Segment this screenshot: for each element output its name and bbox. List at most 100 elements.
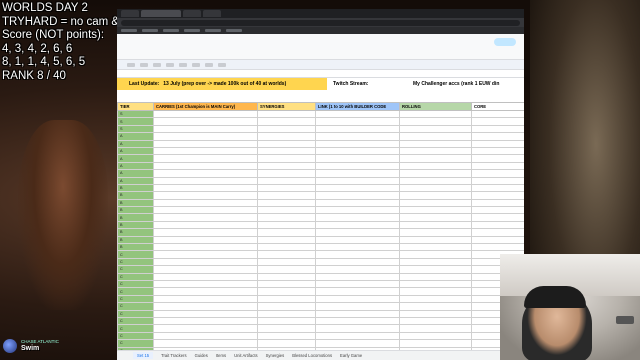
cell-synergies[interactable]: [257, 243, 316, 252]
cell-carries[interactable]: [153, 257, 258, 267]
cell-synergies[interactable]: [257, 309, 316, 318]
cell-rolling[interactable]: [399, 294, 472, 304]
cell-synergies[interactable]: [257, 161, 316, 171]
cell-rolling[interactable]: [399, 213, 472, 222]
cell-rolling[interactable]: [399, 109, 472, 119]
cell-link[interactable]: [315, 220, 400, 230]
url-input[interactable]: [121, 19, 520, 26]
cell-link[interactable]: [315, 146, 400, 156]
cell-core[interactable]: [471, 206, 524, 215]
cell-synergies[interactable]: [257, 206, 316, 215]
cell-carries[interactable]: [153, 117, 258, 126]
cell-core[interactable]: [471, 161, 524, 171]
twitch-stream-cell[interactable]: Twitch Stream:: [327, 81, 407, 87]
cell-carries[interactable]: [153, 287, 258, 296]
cell-tier[interactable]: B: [117, 243, 154, 252]
cell-rolling[interactable]: [399, 139, 472, 148]
sheet-tab[interactable]: Set 15: [133, 352, 154, 359]
toolbar-button[interactable]: [218, 62, 226, 67]
cell-link[interactable]: [315, 169, 400, 178]
cell-carries[interactable]: [153, 243, 258, 252]
cell-carries[interactable]: [153, 183, 258, 193]
cell-carries[interactable]: [153, 272, 258, 282]
cell-carries[interactable]: [153, 265, 258, 274]
cell-synergies[interactable]: [257, 324, 316, 333]
cell-rolling[interactable]: [399, 316, 472, 326]
cell-core[interactable]: [471, 228, 524, 237]
cell-rolling[interactable]: [399, 272, 472, 282]
bookmark[interactable]: [142, 29, 158, 32]
cell-tier[interactable]: C: [117, 316, 154, 326]
cell-rolling[interactable]: [399, 169, 472, 178]
cell-tier[interactable]: C: [117, 250, 154, 259]
cell-rolling[interactable]: [399, 132, 472, 141]
cell-carries[interactable]: [153, 235, 258, 245]
header-carries[interactable]: CARRIES (1st Champion is MAIN Carry): [153, 102, 258, 111]
cell-carries[interactable]: [153, 228, 258, 237]
cell-link[interactable]: [315, 183, 400, 193]
cell-tier[interactable]: A: [117, 132, 154, 141]
cell-rolling[interactable]: [399, 257, 472, 267]
cell-rolling[interactable]: [399, 339, 472, 348]
cell-carries[interactable]: [153, 169, 258, 178]
cell-rolling[interactable]: [399, 309, 472, 318]
cell-rolling[interactable]: [399, 228, 472, 237]
toolbar-button[interactable]: [192, 62, 200, 67]
cell-tier[interactable]: C: [117, 257, 154, 267]
header-core[interactable]: CORE: [471, 102, 524, 111]
cell-carries[interactable]: [153, 316, 258, 326]
cell-synergies[interactable]: [257, 169, 316, 178]
sheet-tab[interactable]: Unit Artifacts: [234, 353, 258, 358]
cell-carries[interactable]: [153, 198, 258, 208]
toolbar-button[interactable]: [166, 62, 174, 67]
cell-link[interactable]: [315, 176, 400, 185]
cell-carries[interactable]: [153, 146, 258, 156]
cell-synergies[interactable]: [257, 176, 316, 185]
cell-link[interactable]: [315, 161, 400, 171]
cell-synergies[interactable]: [257, 339, 316, 348]
cell-rolling[interactable]: [399, 206, 472, 215]
header-tier[interactable]: TIER: [117, 102, 154, 111]
cell-core[interactable]: [471, 117, 524, 126]
sheet-tab[interactable]: Items: [216, 353, 226, 358]
cell-tier[interactable]: C: [117, 265, 154, 274]
cell-tier[interactable]: A: [117, 176, 154, 185]
cell-carries[interactable]: [153, 250, 258, 259]
share-button[interactable]: [494, 38, 516, 46]
cell-link[interactable]: [315, 324, 400, 333]
cell-link[interactable]: [315, 243, 400, 252]
cell-rolling[interactable]: [399, 198, 472, 208]
cell-core[interactable]: [471, 243, 524, 252]
cell-link[interactable]: [315, 213, 400, 222]
cell-tier[interactable]: B: [117, 235, 154, 245]
cell-synergies[interactable]: [257, 287, 316, 296]
browser-tab[interactable]: [183, 10, 201, 17]
cell-tier[interactable]: C: [117, 302, 154, 311]
cell-tier[interactable]: C: [117, 331, 154, 341]
cell-core[interactable]: [471, 139, 524, 148]
cell-link[interactable]: [315, 339, 400, 348]
cell-link[interactable]: [315, 124, 400, 134]
cell-core[interactable]: [471, 213, 524, 222]
cell-core[interactable]: [471, 124, 524, 134]
cell-carries[interactable]: [153, 109, 258, 119]
cell-rolling[interactable]: [399, 154, 472, 163]
cell-rolling[interactable]: [399, 146, 472, 156]
bookmark[interactable]: [163, 29, 179, 32]
cell-tier[interactable]: A: [117, 139, 154, 148]
sheet-tab[interactable]: Blessed Locomotions: [292, 353, 332, 358]
cell-rolling[interactable]: [399, 183, 472, 193]
cell-synergies[interactable]: [257, 213, 316, 222]
cell-link[interactable]: [315, 294, 400, 304]
cell-synergies[interactable]: [257, 257, 316, 267]
cell-synergies[interactable]: [257, 124, 316, 134]
cell-carries[interactable]: [153, 220, 258, 230]
cell-link[interactable]: [315, 272, 400, 282]
cell-tier[interactable]: C: [117, 339, 154, 348]
cell-synergies[interactable]: [257, 294, 316, 304]
cell-synergies[interactable]: [257, 265, 316, 274]
cell-tier[interactable]: C: [117, 287, 154, 296]
cell-tier[interactable]: C: [117, 279, 154, 289]
cell-rolling[interactable]: [399, 331, 472, 341]
cell-link[interactable]: [315, 228, 400, 237]
